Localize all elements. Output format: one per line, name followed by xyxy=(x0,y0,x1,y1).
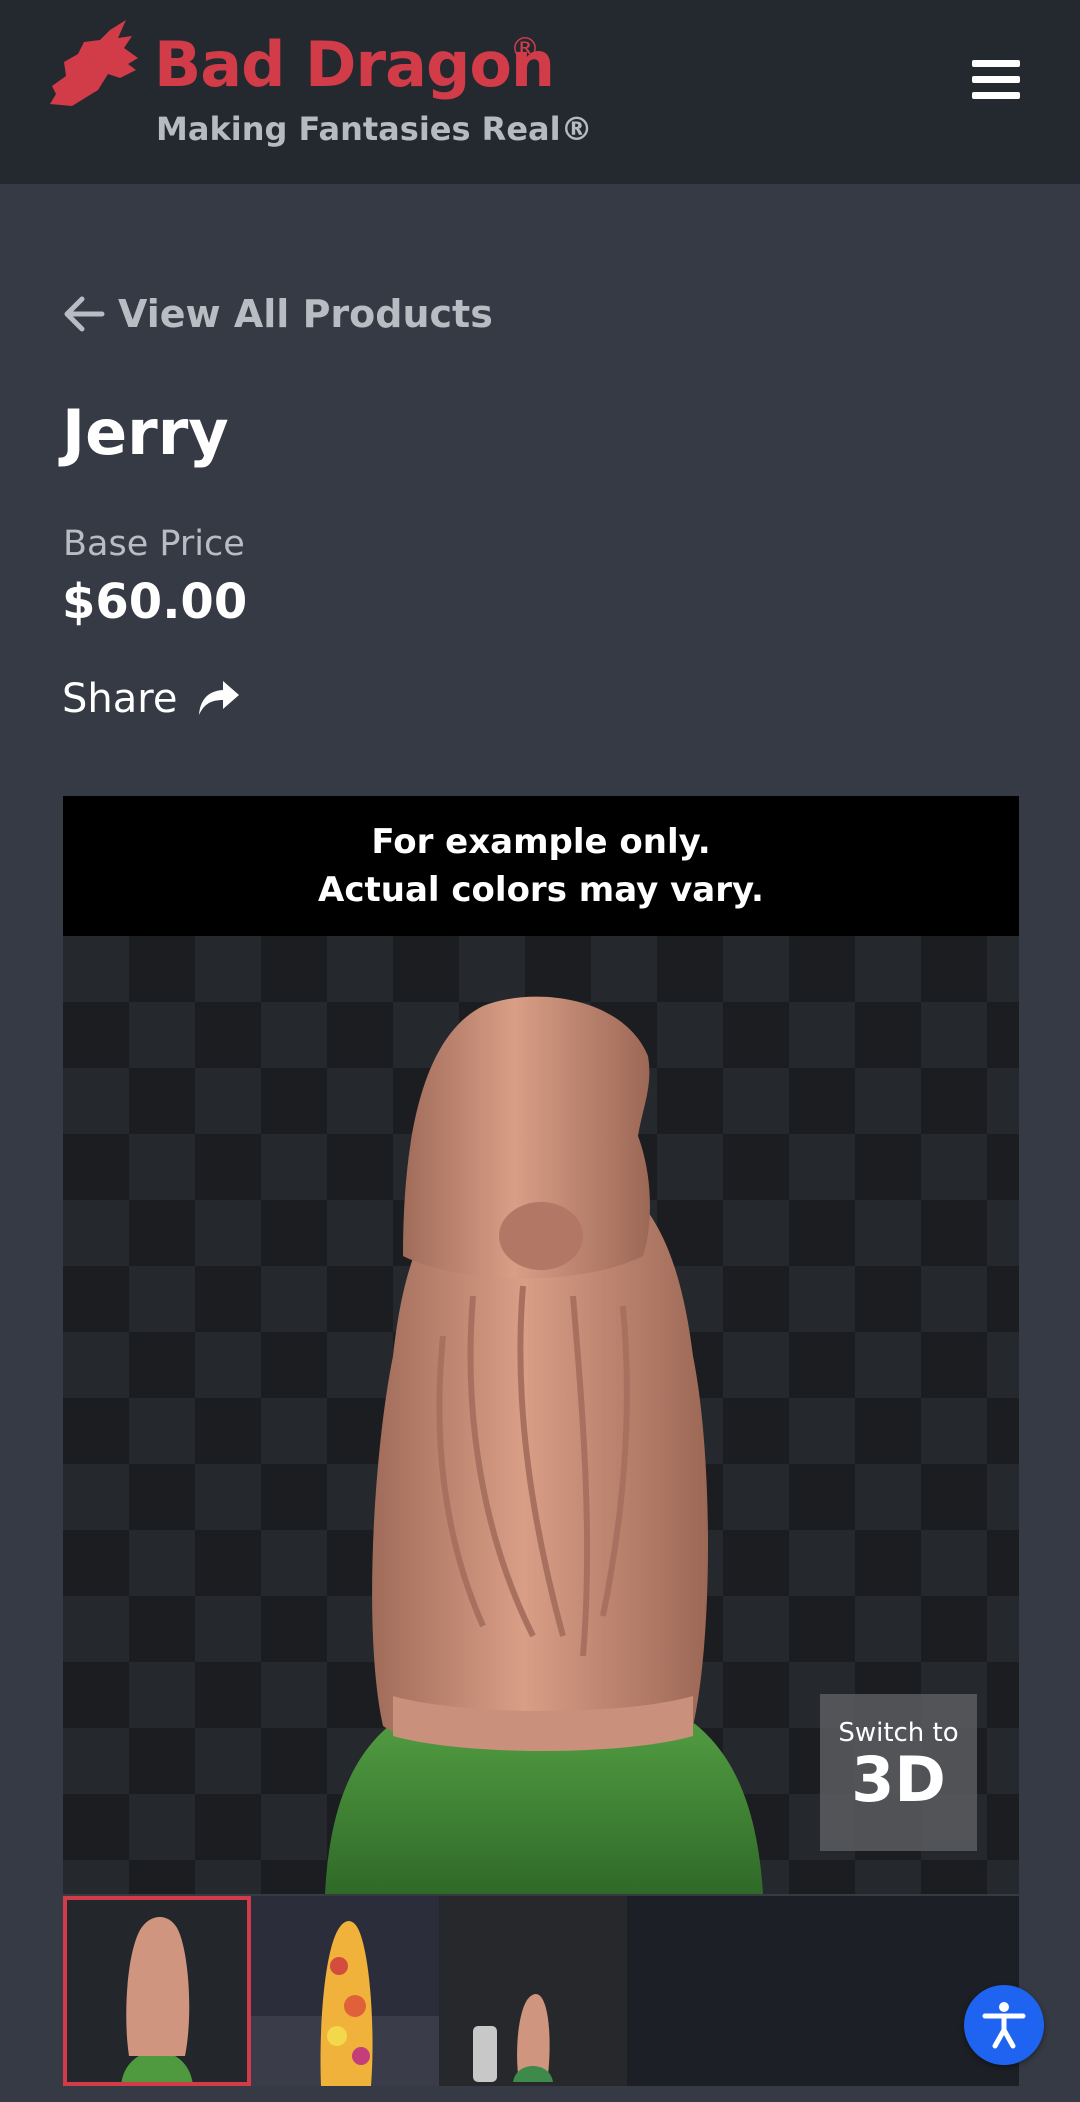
disclaimer-line-1: For example only. xyxy=(371,822,711,862)
view-all-products-link[interactable]: View All Products xyxy=(62,292,493,336)
thumbnail-strip xyxy=(63,1896,1019,2086)
share-arrow-icon xyxy=(199,681,240,715)
switch-label-bottom: 3D xyxy=(851,1743,946,1816)
back-link-label: View All Products xyxy=(118,292,493,336)
dragon-head-logo-icon xyxy=(50,20,138,106)
thumb-size-comparison-photo[interactable] xyxy=(439,1896,627,2086)
thumb-flesh-render-image xyxy=(63,1896,251,2086)
accessibility-figure xyxy=(982,2002,1026,2049)
brand-name: Bad Dragon xyxy=(154,28,555,101)
accessibility-person-icon[interactable] xyxy=(964,1985,1044,2065)
thumb-multicolor-image xyxy=(251,1896,439,2086)
registered-mark: ® xyxy=(510,32,540,67)
disclaimer-line-2: Actual colors may vary. xyxy=(318,870,764,910)
product-image-viewer: For example only. Actual colors may vary… xyxy=(63,796,1019,1896)
brand-logo-link[interactable]: Bad Dragon ® Making Fantasies Real® xyxy=(48,18,608,158)
share-label: Share xyxy=(62,676,178,722)
thumb-multicolor-photo[interactable] xyxy=(251,1896,439,2086)
site-header: Bad Dragon ® Making Fantasies Real® xyxy=(0,0,1080,184)
thumb-size-comparison-image xyxy=(439,1896,627,2086)
color-disclaimer-banner: For example only. Actual colors may vary… xyxy=(63,796,1019,936)
arrow-left-icon xyxy=(64,296,105,332)
main-product-image[interactable]: Switch to 3D xyxy=(63,936,1019,1894)
switch-to-3d-button[interactable]: Switch to 3D xyxy=(820,1694,977,1851)
brand-tagline: Making Fantasies Real® xyxy=(156,110,593,148)
base-price-value: $60.00 xyxy=(62,574,248,630)
base-price-label: Base Price xyxy=(63,524,245,564)
share-button[interactable]: Share xyxy=(62,676,241,722)
thumb-flesh-render[interactable] xyxy=(63,1896,251,2086)
product-title: Jerry xyxy=(62,396,229,469)
hamburger-menu-icon[interactable] xyxy=(972,60,1020,102)
